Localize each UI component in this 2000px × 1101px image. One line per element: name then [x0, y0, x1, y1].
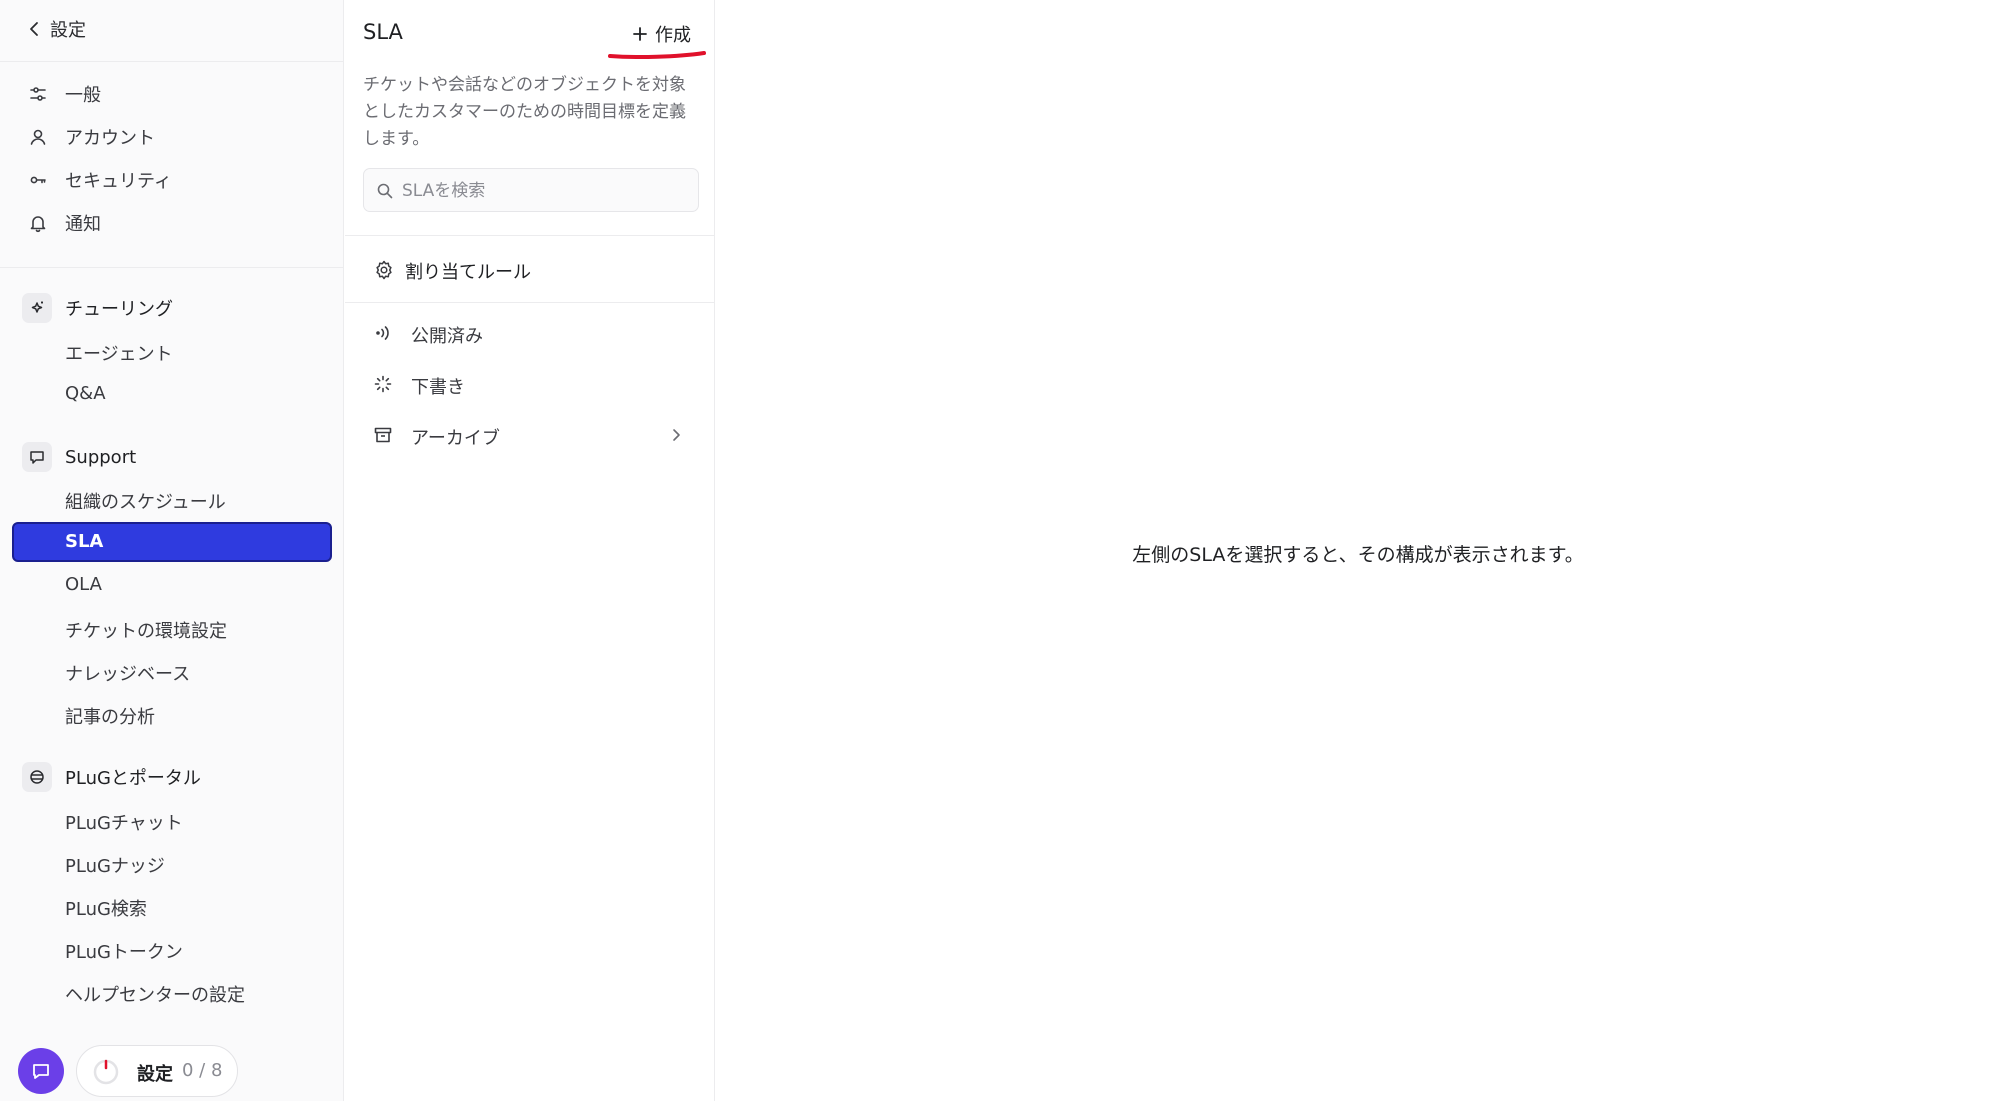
sidebar-item-label: エージェント	[65, 344, 173, 365]
status-label: 下書き	[411, 377, 465, 398]
sidebar-item-plug-search[interactable]: PLuG検索	[12, 886, 332, 926]
sidebar-item-label: 記事の分析	[65, 707, 155, 728]
panel-divider	[345, 302, 715, 303]
sidebar-item-sla[interactable]: SLA	[12, 522, 332, 562]
sidebar-item-org-schedule[interactable]: 組織のスケジュール	[12, 479, 332, 519]
archive-icon	[374, 427, 392, 443]
sla-search-input[interactable]	[402, 178, 692, 204]
sidebar-group-turing: チューリング	[12, 288, 332, 328]
broadcast-icon	[376, 326, 389, 340]
sidebar-item-label: PLuGチャット	[65, 813, 183, 834]
status-draft[interactable]: 下書き	[345, 361, 715, 407]
setup-progress-label: 設定	[137, 1064, 173, 1085]
sidebar-item-security[interactable]: セキュリティ	[12, 160, 332, 200]
key-icon	[28, 170, 48, 190]
draft-spinner-icon	[374, 375, 392, 393]
sidebar-item-label: ヘルプセンターの設定	[65, 985, 245, 1006]
sla-search-box[interactable]	[363, 168, 699, 212]
chat-bubble-icon	[33, 1064, 49, 1079]
sidebar-item-label: OLA	[65, 574, 102, 595]
back-to-settings-link[interactable]: 設定	[26, 14, 86, 44]
sidebar-group-support: Support	[12, 437, 332, 477]
sidebar-group-title: チューリング	[65, 299, 173, 320]
status-archive[interactable]: アーカイブ	[345, 412, 715, 458]
sidebar-item-label: PLuG検索	[65, 899, 147, 920]
support-chat-button[interactable]	[18, 1048, 64, 1094]
create-button-label: 作成	[655, 25, 691, 45]
status-label: 公開済み	[411, 326, 483, 347]
back-link-label: 設定	[50, 20, 86, 41]
sidebar-group-title: Support	[65, 446, 137, 468]
sidebar-item-agents[interactable]: エージェント	[12, 331, 332, 371]
sidebar-item-label: PLuGトークン	[65, 942, 183, 963]
settings-app: 設定 一般 アカウント セキュリティ 通知 チューリング エージェント Q&A …	[0, 0, 2000, 1101]
sidebar-divider	[0, 61, 344, 62]
sidebar-item-notifications[interactable]: 通知	[12, 203, 332, 243]
sidebar-item-label: ナレッジベース	[65, 664, 191, 685]
sidebar-item-account[interactable]: アカウント	[12, 117, 332, 157]
globe-icon	[22, 762, 52, 792]
chevron-right-icon	[673, 429, 680, 441]
sidebar-item-article-analytics[interactable]: 記事の分析	[12, 694, 332, 734]
sidebar-item-label: チケットの環境設定	[65, 621, 227, 642]
sidebar-item-label: 通知	[65, 214, 101, 235]
search-icon	[377, 183, 393, 199]
sidebar-group-title: PLuGとポータル	[65, 768, 201, 789]
sidebar-item-qa[interactable]: Q&A	[12, 374, 332, 414]
sidebar-item-general[interactable]: 一般	[12, 74, 332, 114]
assignment-rules-item[interactable]: 割り当てルール	[345, 240, 715, 300]
plus-icon	[633, 27, 647, 41]
setup-progress-count: 0 / 8	[182, 1060, 223, 1081]
sidebar-group-plug-portal: PLuGとポータル	[12, 757, 332, 797]
sliders-icon	[28, 84, 48, 104]
sidebar-item-help-center-settings[interactable]: ヘルプセンターの設定	[12, 972, 332, 1012]
sidebar-item-plug-chat[interactable]: PLuGチャット	[12, 800, 332, 840]
sidebar-item-ola[interactable]: OLA	[12, 565, 332, 605]
sidebar-divider	[0, 267, 344, 268]
panel-title: SLA	[363, 20, 403, 44]
setup-progress-button[interactable]: 設定 0 / 8	[76, 1045, 238, 1097]
bell-icon	[28, 213, 48, 233]
sidebar-item-knowledge-base[interactable]: ナレッジベース	[12, 651, 332, 691]
sidebar-item-plug-token[interactable]: PLuGトークン	[12, 929, 332, 969]
status-published[interactable]: 公開済み	[345, 310, 715, 356]
settings-sidebar: 設定 一般 アカウント セキュリティ 通知 チューリング エージェント Q&A …	[0, 0, 344, 1101]
sidebar-item-plug-nudge[interactable]: PLuGナッジ	[12, 843, 332, 883]
user-icon	[28, 127, 48, 147]
sidebar-item-label: アカウント	[65, 128, 155, 149]
sidebar-item-label: PLuGナッジ	[65, 856, 165, 877]
sidebar-item-label: Q&A	[65, 383, 106, 404]
empty-state-message: 左側のSLAを選択すると、その構成が表示されます。	[1132, 544, 1584, 566]
status-label: アーカイブ	[411, 428, 500, 449]
sidebar-item-label: セキュリティ	[65, 171, 172, 192]
sla-detail-area: 左側のSLAを選択すると、その構成が表示されます。	[716, 0, 2000, 1101]
assignment-rules-label: 割り当てルール	[405, 262, 531, 283]
annotation-underline	[608, 51, 706, 59]
panel-description: チケットや会話などのオブジェクトを対象としたカスタマーのための時間目標を定義しま…	[363, 75, 686, 149]
sidebar-item-label: 組織のスケジュール	[65, 492, 226, 513]
chevron-left-icon	[30, 22, 38, 36]
sparkle-icon	[22, 293, 52, 323]
sidebar-item-label: SLA	[65, 531, 104, 552]
progress-ring-icon	[93, 1059, 119, 1085]
chat-bubble-icon	[22, 442, 52, 472]
sidebar-item-ticket-preferences[interactable]: チケットの環境設定	[12, 608, 332, 648]
panel-divider	[345, 235, 715, 236]
gear-sparkle-icon	[376, 260, 392, 280]
create-sla-button[interactable]: 作成	[623, 16, 699, 52]
sla-list-panel: SLA 作成 チケットや会話などのオブジェクトを対象としたカスタマーのための時間…	[345, 0, 715, 1101]
sidebar-item-label: 一般	[65, 85, 101, 106]
